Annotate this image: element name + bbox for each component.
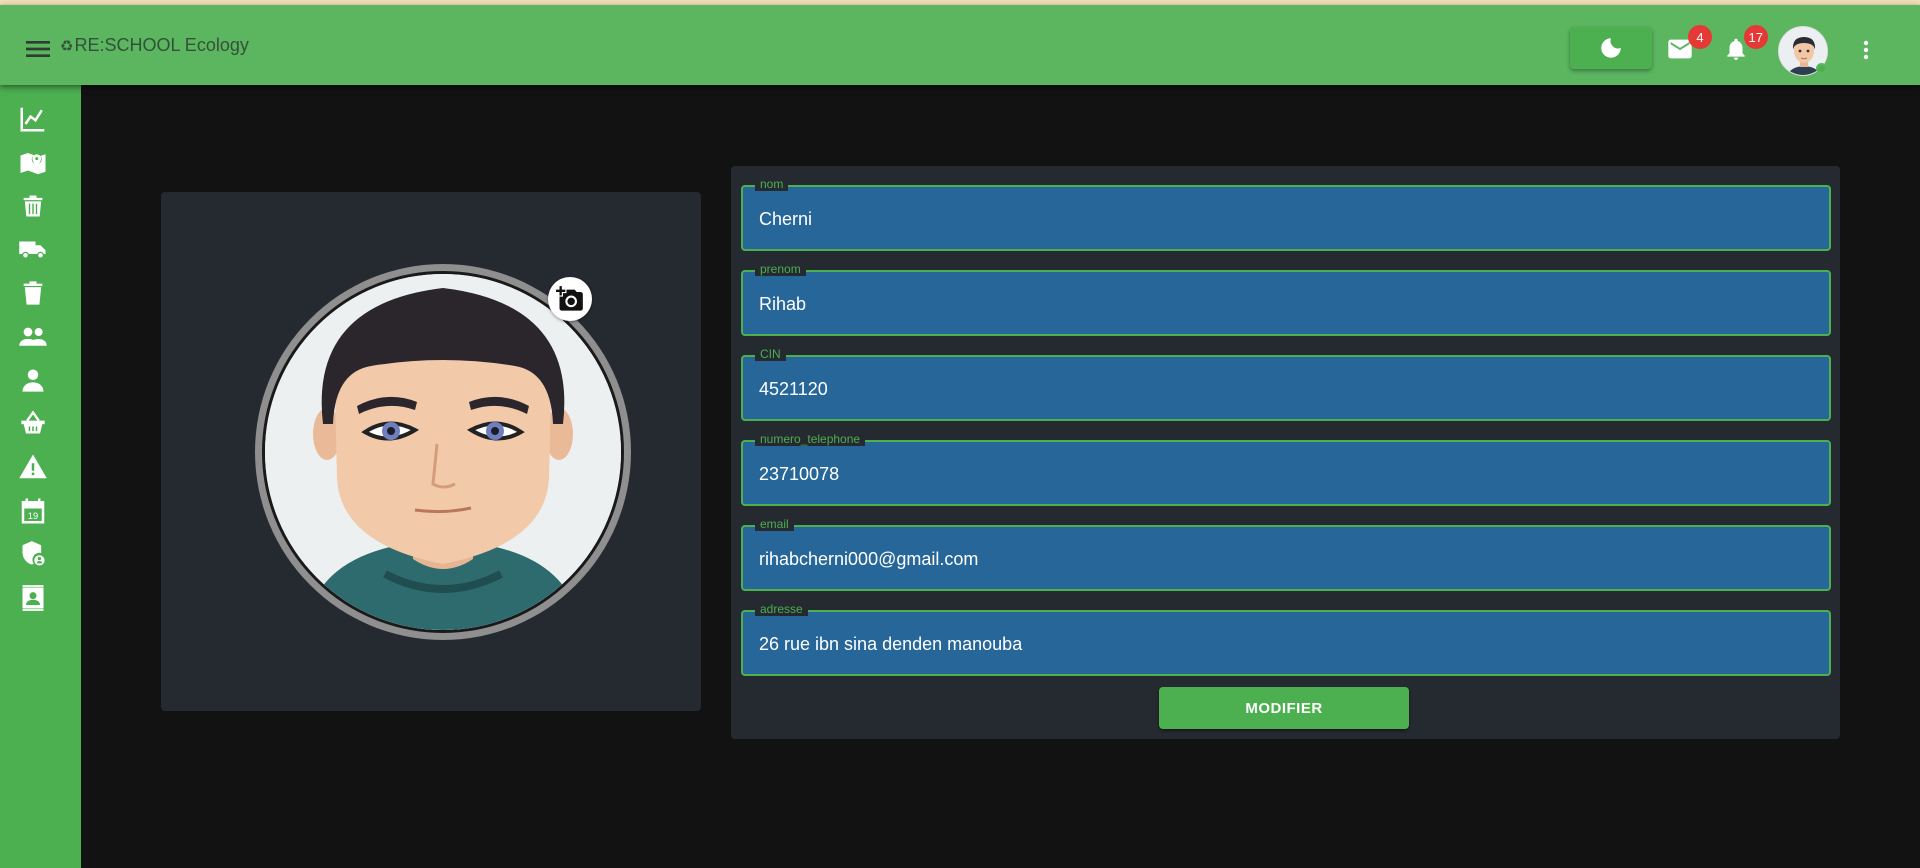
more-vertical-icon[interactable] (1856, 35, 1876, 65)
sidebar-item-calendar[interactable]: 19 (17, 495, 49, 527)
truck-icon (19, 241, 46, 259)
sidebar-item-alerts[interactable] (17, 451, 49, 483)
address-label: adresse (755, 602, 808, 616)
svg-text:19: 19 (28, 511, 38, 521)
chart-line-icon (20, 107, 45, 132)
sidebar-item-users[interactable] (17, 321, 49, 353)
notifications-badge: 17 (1743, 25, 1768, 49)
sidebar-item-bins[interactable] (17, 190, 49, 222)
contact-card-icon (22, 585, 44, 611)
delete-icon (23, 281, 43, 305)
warning-icon (19, 454, 47, 479)
sidebar-item-map[interactable] (17, 147, 49, 179)
menu-icon[interactable] (22, 33, 54, 65)
nom-field: nom (741, 177, 1831, 251)
person-icon (22, 369, 44, 392)
messages-badge: 4 (1688, 25, 1712, 49)
email-label: email (755, 517, 794, 531)
nom-label: nom (755, 177, 789, 191)
app-brand[interactable]: ♻ RE:SCHOOL Ecology (60, 35, 249, 56)
calendar-icon: 19 (21, 498, 45, 524)
messages-button[interactable]: 4 (1660, 25, 1712, 69)
email-input[interactable] (759, 547, 1799, 571)
sidebar-item-waste[interactable] (17, 277, 49, 309)
sidebar-item-contacts[interactable] (17, 582, 49, 614)
modifier-button[interactable]: MODIFIER (1159, 687, 1409, 729)
phone-field: numero_telephone (741, 432, 1831, 506)
sidebar-item-profile[interactable] (17, 364, 49, 396)
cin-label: CIN (755, 347, 786, 361)
prenom-field: prenom (741, 262, 1831, 336)
cin-field: CIN (741, 347, 1831, 421)
address-input[interactable] (759, 632, 1799, 656)
app-bar: ♻ RE:SCHOOL Ecology 4 17 (0, 5, 1920, 85)
admin-shield-icon (22, 541, 46, 567)
map-marker-icon (20, 153, 46, 175)
sidebar-item-trucks[interactable] (17, 233, 49, 265)
recycle-icon: ♻ (60, 37, 74, 55)
basket-icon (21, 410, 45, 434)
sidebar-item-admin[interactable] (17, 538, 49, 570)
add-photo-icon[interactable] (548, 277, 592, 321)
sidebar-item-shop[interactable] (17, 407, 49, 439)
address-field: adresse (741, 602, 1831, 676)
online-status-dot (1816, 63, 1827, 74)
phone-label: numero_telephone (755, 432, 866, 446)
cin-input[interactable] (759, 377, 1799, 401)
nom-input[interactable] (759, 207, 1799, 231)
app-title: RE:SCHOOL Ecology (74, 35, 249, 55)
moon-icon (1601, 38, 1621, 58)
phone-input[interactable] (759, 462, 1799, 486)
notifications-button[interactable]: 17 (1716, 25, 1768, 69)
sidebar-item-dashboard[interactable] (17, 103, 49, 135)
prenom-label: prenom (755, 262, 806, 276)
trash-bin-icon (23, 195, 43, 217)
profile-form: nom prenom CIN numero_telephone email ad… (731, 166, 1840, 739)
prenom-input[interactable] (759, 292, 1799, 316)
group-icon (19, 327, 47, 346)
theme-toggle-button[interactable] (1570, 27, 1652, 69)
sidebar: 19 (0, 85, 81, 868)
email-field: email (741, 517, 1831, 591)
